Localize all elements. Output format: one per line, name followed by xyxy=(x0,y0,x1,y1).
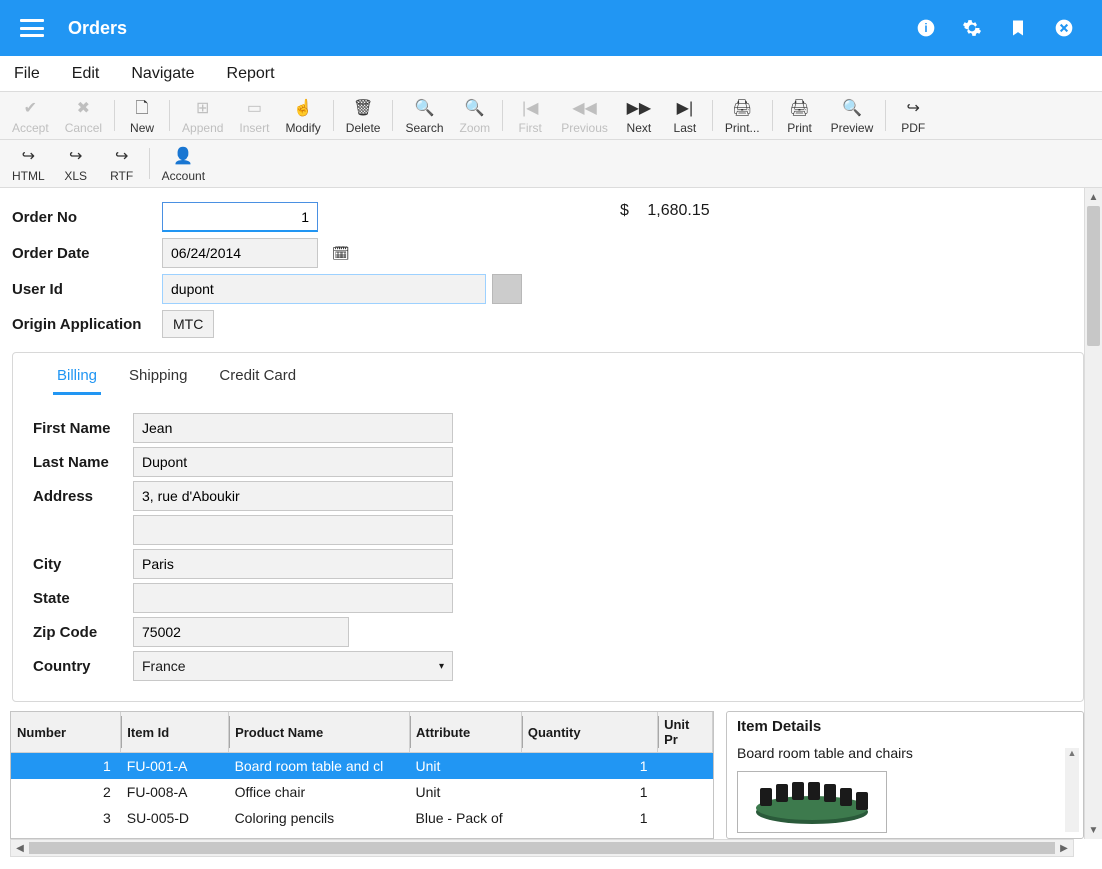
item-details-title: Item Details xyxy=(737,718,1073,735)
product-image xyxy=(737,771,887,833)
table-row[interactable]: 4SU-002-C NotebookPack of 10 1 xyxy=(11,831,713,839)
item-details-product: Board room table and chairs xyxy=(737,745,1073,761)
table-row[interactable]: 1FU-001-A Board room table and clUnit 1 xyxy=(11,753,713,780)
country-value: France xyxy=(142,658,186,674)
scroll-right-icon[interactable]: ▶ xyxy=(1055,840,1073,856)
print-button[interactable]: 🖨Print xyxy=(777,94,823,137)
zoom-button: 🔍Zoom xyxy=(452,94,499,137)
currency-symbol: $ xyxy=(620,202,629,219)
user-id-label: User Id xyxy=(12,281,162,298)
xls-button[interactable]: ↪XLS xyxy=(53,142,99,185)
zip-input[interactable] xyxy=(133,617,349,647)
col-item-id[interactable]: Item Id xyxy=(121,712,229,753)
previous-button: ◀◀Previous xyxy=(553,94,616,137)
zip-label: Zip Code xyxy=(33,624,133,641)
last-name-label: Last Name xyxy=(33,454,133,471)
user-id-input[interactable] xyxy=(162,274,486,304)
city-label: City xyxy=(33,556,133,573)
country-label: Country xyxy=(33,658,133,675)
info-icon[interactable]: i xyxy=(908,10,944,46)
address2-input[interactable] xyxy=(133,515,453,545)
rtf-button[interactable]: ↪RTF xyxy=(99,142,145,185)
col-product-name[interactable]: Product Name xyxy=(229,712,410,753)
table-row[interactable]: 2FU-008-A Office chairUnit 1 xyxy=(11,779,713,805)
lookup-button[interactable] xyxy=(492,274,522,304)
tab-billing[interactable]: Billing xyxy=(53,363,101,395)
menu-file[interactable]: File xyxy=(12,61,42,87)
insert-button: ▭Insert xyxy=(231,94,277,137)
scroll-left-icon[interactable]: ◀ xyxy=(11,840,29,856)
accept-button: ✔Accept xyxy=(4,94,57,137)
order-date-input[interactable] xyxy=(162,238,318,268)
total-amount: 1,680.15 xyxy=(647,202,709,219)
order-no-label: Order No xyxy=(12,209,162,226)
cancel-button: ✖Cancel xyxy=(57,94,110,137)
col-unit-pr[interactable]: Unit Pr xyxy=(658,712,713,753)
close-icon[interactable] xyxy=(1046,10,1082,46)
col-attribute[interactable]: Attribute xyxy=(410,712,522,753)
menu-edit[interactable]: Edit xyxy=(70,61,102,87)
items-grid[interactable]: Number Item Id Product Name Attribute Qu… xyxy=(10,711,714,839)
scroll-down-icon[interactable]: ▼ xyxy=(1085,821,1102,839)
last-name-input[interactable] xyxy=(133,447,453,477)
svg-text:i: i xyxy=(924,22,927,35)
settings-icon[interactable] xyxy=(954,10,990,46)
menu-report[interactable]: Report xyxy=(225,61,277,87)
last-button[interactable]: ▶|Last xyxy=(662,94,708,137)
col-number[interactable]: Number xyxy=(11,712,121,753)
address-label: Address xyxy=(33,488,133,505)
order-date-label: Order Date xyxy=(12,245,162,262)
html-button[interactable]: ↪HTML xyxy=(4,142,53,185)
col-quantity[interactable]: Quantity xyxy=(521,712,657,753)
first-button: |◀First xyxy=(507,94,553,137)
scroll-up-icon[interactable]: ▲ xyxy=(1085,188,1102,206)
main-vertical-scrollbar[interactable]: ▲ ▼ xyxy=(1084,188,1102,839)
city-input[interactable] xyxy=(133,549,453,579)
order-no-input[interactable] xyxy=(162,202,318,232)
tab-credit-card[interactable]: Credit Card xyxy=(215,363,300,394)
country-select[interactable]: France ▾ xyxy=(133,651,453,681)
pdf-button[interactable]: ↪PDF xyxy=(890,94,936,137)
horizontal-scrollbar[interactable]: ◀ ▶ xyxy=(10,839,1074,857)
search-button[interactable]: 🔍Search xyxy=(397,94,451,137)
account-button[interactable]: 👤Account xyxy=(154,142,213,185)
printd-button[interactable]: 🖨Print... xyxy=(717,94,768,137)
item-details-scrollbar[interactable]: ▲ xyxy=(1065,748,1079,832)
menu-navigate[interactable]: Navigate xyxy=(129,61,196,87)
origin-app-value: MTC xyxy=(162,310,214,338)
first-name-input[interactable] xyxy=(133,413,453,443)
tab-shipping[interactable]: Shipping xyxy=(125,363,191,394)
bookmark-icon[interactable] xyxy=(1000,10,1036,46)
preview-button[interactable]: 🔍Preview xyxy=(823,94,882,137)
append-button: ⊞Append xyxy=(174,94,231,137)
calendar-icon[interactable]: 🗓 xyxy=(332,245,350,262)
modify-button[interactable]: ☝Modify xyxy=(277,94,328,137)
table-row[interactable]: 3SU-005-D Coloring pencilsBlue - Pack of… xyxy=(11,805,713,831)
chevron-down-icon: ▾ xyxy=(439,661,444,672)
first-name-label: First Name xyxy=(33,420,133,437)
new-button[interactable]: 🗋New xyxy=(119,94,165,137)
state-input[interactable] xyxy=(133,583,453,613)
menu-icon[interactable] xyxy=(20,19,44,37)
delete-button[interactable]: 🗑Delete xyxy=(338,94,389,137)
next-button[interactable]: ▶▶Next xyxy=(616,94,662,137)
app-title: Orders xyxy=(68,18,127,39)
item-details-panel: Item Details Board room table and chairs… xyxy=(726,711,1084,839)
address1-input[interactable] xyxy=(133,481,453,511)
state-label: State xyxy=(33,590,133,607)
origin-app-label: Origin Application xyxy=(12,316,162,333)
